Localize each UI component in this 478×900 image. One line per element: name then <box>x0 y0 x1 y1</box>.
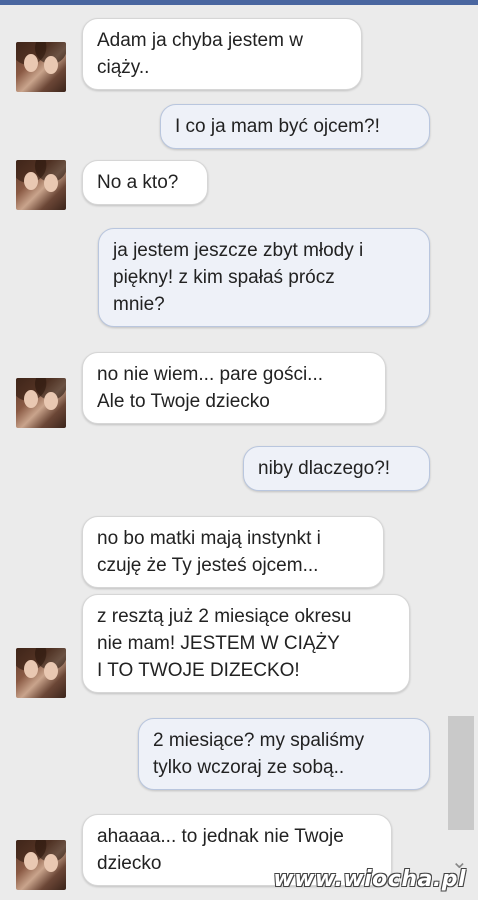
message-line: no bo matki mają instynkt i <box>97 528 321 549</box>
message-line: Adam ja chyba jestem w <box>97 30 303 51</box>
message-bubble-sent[interactable]: ja jestem jeszcze zbyt młody i piękny! z… <box>98 228 430 327</box>
message-bubble-received[interactable]: Adam ja chyba jestem w ciąży.. <box>82 18 362 90</box>
chat-thread[interactable]: Adam ja chyba jestem w ciąży.. I co ja m… <box>0 0 478 900</box>
avatar[interactable] <box>16 648 66 698</box>
avatar[interactable] <box>16 378 66 428</box>
message-line: ciąży.. <box>97 57 150 78</box>
message-line: mnie? <box>113 294 165 315</box>
message-line: I co ja mam być ojcem?! <box>175 116 380 137</box>
message-line: 2 miesiące? my spaliśmy <box>153 730 365 751</box>
message-line: niby dlaczego?! <box>258 458 391 479</box>
message-line: no nie wiem... pare gości... <box>97 364 323 385</box>
message-line: nie mam! JESTEM W CIĄŻY <box>97 633 340 654</box>
message-bubble-sent[interactable]: I co ja mam być ojcem?! <box>160 104 430 149</box>
message-line: Ale to Twoje dziecko <box>97 391 270 412</box>
message-bubble-sent[interactable]: niby dlaczego?! <box>243 446 430 491</box>
message-bubble-received[interactable]: z resztą już 2 miesiące okresu nie mam! … <box>82 594 410 693</box>
scrollbar-thumb[interactable] <box>448 716 474 830</box>
message-bubble-received[interactable]: No a kto? <box>82 160 208 205</box>
message-line: I TO TWOJE DIZECKO! <box>97 660 300 681</box>
message-bubble-received[interactable]: no bo matki mają instynkt i czuję że Ty … <box>82 516 384 588</box>
avatar[interactable] <box>16 160 66 210</box>
message-line: czuję że Ty jesteś ojcem... <box>97 555 319 576</box>
message-line: z resztą już 2 miesiące okresu <box>97 606 352 627</box>
message-line: No a kto? <box>97 172 179 193</box>
watermark: www.wiocha.pl <box>273 867 466 892</box>
message-line: piękny! z kim spałaś prócz <box>113 267 335 288</box>
message-line: ahaaaa... to jednak nie Twoje <box>97 826 344 847</box>
message-bubble-sent[interactable]: 2 miesiące? my spaliśmy tylko wczoraj ze… <box>138 718 430 790</box>
message-line: tylko wczoraj ze sobą.. <box>153 757 345 778</box>
avatar[interactable] <box>16 840 66 890</box>
message-bubble-received[interactable]: no nie wiem... pare gości... Ale to Twoj… <box>82 352 386 424</box>
message-line: ja jestem jeszcze zbyt młody i <box>113 240 364 261</box>
avatar[interactable] <box>16 42 66 92</box>
